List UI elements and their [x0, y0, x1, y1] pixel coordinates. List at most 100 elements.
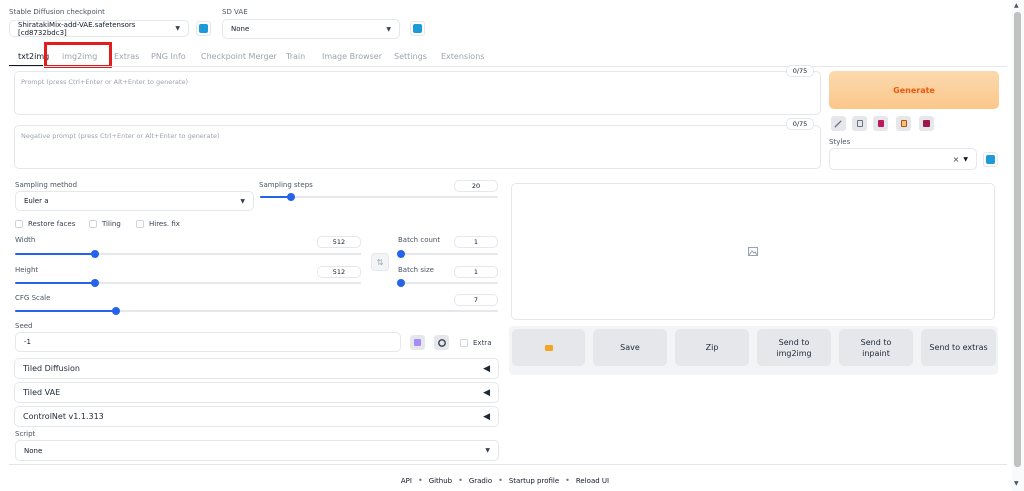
save-button[interactable]: Save — [593, 329, 667, 366]
cfg-scale-input[interactable]: 7 — [454, 294, 498, 306]
batch-count-slider[interactable] — [396, 249, 498, 259]
generate-button[interactable]: Generate — [829, 71, 999, 109]
separator-dot: • — [565, 476, 570, 485]
prompt-placeholder: Prompt (press Ctrl+Enter or Alt+Enter to… — [21, 78, 188, 86]
tab-train[interactable]: Train — [286, 52, 305, 61]
hires-fix-checkbox[interactable]: Hires. fix — [136, 220, 180, 228]
checkpoint-value: ShiratakiMix-add-VAE.safetensors [cd8732… — [18, 20, 136, 37]
script-label: Script — [15, 430, 36, 438]
tiling-label: Tiling — [102, 220, 121, 228]
cfg-scale-slider[interactable] — [15, 306, 498, 316]
tiled-diffusion-accordion[interactable]: Tiled Diffusion ◀ — [14, 358, 499, 379]
recycle-icon[interactable] — [434, 335, 449, 350]
styles-select[interactable]: × ▼ — [829, 148, 977, 170]
refresh-styles-button[interactable] — [983, 152, 998, 167]
width-slider[interactable] — [15, 249, 361, 259]
refresh-checkpoint-button[interactable] — [196, 21, 211, 36]
save-style-icon[interactable] — [919, 116, 934, 131]
send-to-extras-button[interactable]: Send to extras — [921, 329, 996, 366]
tiled-diffusion-label: Tiled Diffusion — [23, 364, 80, 373]
batch-size-input[interactable]: 1 — [454, 266, 498, 278]
tab-checkpoint-merger[interactable]: Checkpoint Merger — [201, 52, 277, 61]
pencil-icon[interactable] — [831, 116, 846, 131]
dice-icon[interactable] — [410, 335, 425, 350]
clipboard-icon[interactable] — [896, 116, 911, 131]
slider-handle[interactable] — [112, 307, 121, 315]
sampling-method-select[interactable]: Euler a ▼ — [15, 191, 254, 211]
output-image-area — [511, 183, 995, 320]
tab-extras[interactable]: Extras — [114, 52, 139, 61]
triangle-left-icon: ◀ — [483, 387, 490, 398]
scroll-down-icon[interactable]: ▼ — [1014, 480, 1019, 487]
slider-handle[interactable] — [286, 193, 295, 201]
slider-handle[interactable] — [396, 279, 405, 287]
batch-count-input[interactable]: 1 — [454, 236, 498, 248]
separator-dot: • — [417, 476, 423, 485]
prompt-token-counter: 0/75 — [786, 65, 814, 77]
controlnet-accordion[interactable]: ControlNet v1.1.313 ◀ — [14, 406, 499, 427]
chevron-down-icon: ▼ — [963, 155, 968, 163]
batch-size-label: Batch size — [398, 266, 434, 274]
styles-label: Styles — [829, 138, 851, 146]
slider-handle[interactable] — [90, 279, 99, 287]
refresh-icon — [199, 24, 208, 33]
prompt-textarea[interactable]: Prompt (press Ctrl+Enter or Alt+Enter to… — [14, 71, 821, 115]
refresh-vae-button[interactable] — [410, 21, 425, 36]
zip-button[interactable]: Zip — [675, 329, 749, 366]
reload-ui-link[interactable]: Reload UI — [576, 477, 609, 485]
cfg-scale-label: CFG Scale — [15, 294, 51, 302]
seed-value: -1 — [24, 338, 31, 346]
chevron-down-icon: ▼ — [240, 197, 245, 205]
gradio-link[interactable]: Gradio — [469, 477, 492, 485]
bookmark-icon[interactable] — [873, 116, 888, 131]
tab-extensions[interactable]: Extensions — [441, 52, 484, 61]
width-input[interactable]: 512 — [317, 236, 361, 248]
send-to-inpaint-button[interactable]: Send to inpaint — [839, 329, 913, 366]
open-folder-button[interactable] — [512, 329, 585, 366]
trash-icon[interactable] — [852, 116, 867, 131]
tab-settings[interactable]: Settings — [394, 52, 427, 61]
width-label: Width — [15, 236, 36, 244]
hires-fix-label: Hires. fix — [149, 220, 180, 228]
generate-label: Generate — [893, 85, 935, 95]
image-placeholder-icon — [748, 247, 758, 256]
negative-prompt-textarea[interactable]: Negative prompt (press Ctrl+Enter or Alt… — [14, 125, 821, 169]
restore-faces-checkbox[interactable]: Restore faces — [15, 220, 75, 228]
height-slider[interactable] — [15, 278, 361, 288]
sampling-steps-input[interactable]: 20 — [454, 180, 498, 192]
sampling-steps-slider[interactable] — [260, 192, 498, 202]
api-link[interactable]: API — [401, 477, 412, 485]
scrollbar-thumb[interactable] — [1014, 12, 1021, 467]
tab-image-browser[interactable]: Image Browser — [322, 52, 382, 61]
swap-dimensions-button[interactable]: ⇅ — [371, 253, 389, 271]
chevron-down-icon: ▼ — [175, 25, 180, 32]
extra-seed-checkbox[interactable]: Extra — [460, 339, 491, 347]
negative-prompt-placeholder: Negative prompt (press Ctrl+Enter or Alt… — [21, 132, 220, 140]
clear-styles-icon[interactable]: × — [953, 155, 960, 164]
batch-size-slider[interactable] — [396, 278, 498, 288]
send-to-img2img-button[interactable]: Send to img2img — [757, 329, 831, 366]
vae-label: SD VAE — [222, 8, 248, 16]
highlight-box — [44, 42, 112, 68]
chevron-down-icon: ▼ — [485, 447, 490, 454]
refresh-icon — [986, 155, 995, 164]
script-value: None — [24, 446, 43, 455]
tiled-vae-label: Tiled VAE — [23, 388, 61, 397]
seed-input[interactable]: -1 — [15, 332, 401, 352]
height-label: Height — [15, 266, 39, 274]
script-select[interactable]: None ▼ — [15, 440, 499, 461]
separator-dot: • — [458, 476, 463, 485]
tiling-checkbox[interactable]: Tiling — [89, 220, 121, 228]
slider-handle[interactable] — [396, 250, 405, 258]
github-link[interactable]: Github — [429, 477, 452, 485]
startup-profile-link[interactable]: Startup profile — [509, 477, 559, 485]
scroll-up-icon[interactable]: ▲ — [1014, 2, 1019, 9]
checkpoint-select[interactable]: ShiratakiMix-add-VAE.safetensors [cd8732… — [9, 20, 189, 37]
tiled-vae-accordion[interactable]: Tiled VAE ◀ — [14, 382, 499, 403]
vae-select[interactable]: None ▼ — [222, 19, 400, 39]
tab-png-info[interactable]: PNG Info — [151, 52, 186, 61]
sampling-method-value: Euler a — [24, 197, 49, 205]
tab-divider — [9, 66, 1007, 67]
height-input[interactable]: 512 — [317, 266, 361, 278]
slider-handle[interactable] — [90, 250, 99, 258]
